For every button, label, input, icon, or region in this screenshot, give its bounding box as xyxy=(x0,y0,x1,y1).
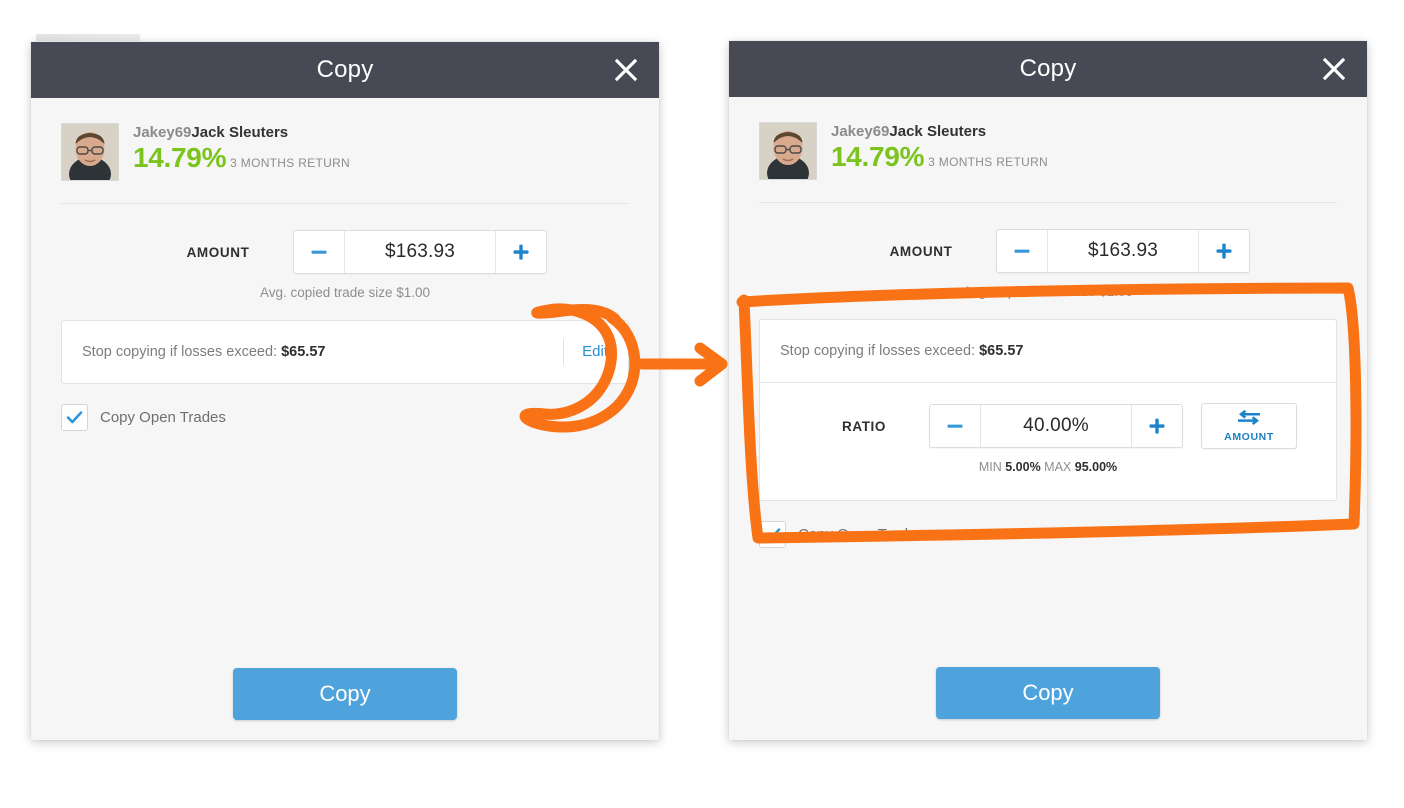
dialog-body-before: Jakey69Jack Sleuters 14.79% 3 MONTHS RETU… xyxy=(31,98,659,720)
ratio-increment-button[interactable] xyxy=(1131,405,1182,447)
copy-button[interactable]: Copy xyxy=(233,668,457,720)
amount-value[interactable]: $163.93 xyxy=(1048,230,1198,272)
ratio-value[interactable]: 40.00% xyxy=(981,405,1131,447)
amount-value[interactable]: $163.93 xyxy=(345,231,495,273)
dialog-title: Copy xyxy=(1019,55,1077,82)
stop-loss-row: Stop copying if losses exceed: $65.57 Ed… xyxy=(62,321,628,383)
ratio-max-value: 95.00% xyxy=(1074,460,1118,474)
dialog-header-after: Copy xyxy=(729,41,1367,97)
avatar xyxy=(61,123,119,181)
ratio-max-prefix: MAX xyxy=(1044,460,1072,474)
ratio-section: RATIO 40.00% AMOUNT MIN 5.00% MAX 95.00% xyxy=(760,382,1336,500)
trader-return: 14.79% 3 MONTHS RETURN xyxy=(831,141,1049,175)
copy-open-trades-row[interactable]: Copy Open Trades xyxy=(759,521,1337,548)
close-icon[interactable] xyxy=(609,53,643,87)
trader-summary: Jakey69Jack Sleuters 14.79% 3 MONTHS RETU… xyxy=(759,97,1337,203)
amount-row: AMOUNT $163.93 xyxy=(61,204,629,274)
trader-return: 14.79% 3 MONTHS RETURN xyxy=(133,142,351,176)
amount-decrement-button[interactable] xyxy=(294,231,345,273)
switch-to-amount-button[interactable]: AMOUNT xyxy=(1201,403,1297,449)
cta-wrap-before: Copy xyxy=(31,668,659,720)
copy-dialog-after: Copy Jakey69Jack Sleuters 14.79% 3 MONTH… xyxy=(729,41,1367,740)
amount-stepper: $163.93 xyxy=(293,230,547,274)
return-label: 3 MONTHS RETURN xyxy=(230,156,351,170)
ratio-decrement-button[interactable] xyxy=(930,405,981,447)
return-value: 14.79% xyxy=(831,141,925,172)
stop-loss-label: Stop copying if losses exceed: xyxy=(780,343,976,359)
ratio-min-prefix: MIN xyxy=(978,460,1002,474)
trader-info: Jakey69Jack Sleuters 14.79% 3 MONTHS RETU… xyxy=(831,122,1048,175)
dialog-title: Copy xyxy=(316,56,374,83)
trader-name: Jakey69Jack Sleuters xyxy=(133,123,350,142)
return-label: 3 MONTHS RETURN xyxy=(928,155,1049,169)
cut-off-text-sliver xyxy=(36,34,140,41)
return-value: 14.79% xyxy=(133,142,227,173)
copy-open-trades-row[interactable]: Copy Open Trades xyxy=(61,404,629,431)
stop-loss-text: Stop copying if losses exceed: $65.57 xyxy=(82,344,325,360)
amount-label: AMOUNT xyxy=(186,244,250,260)
amount-note: Avg. copied trade size $1.00 xyxy=(259,285,431,300)
stop-loss-value: $65.57 xyxy=(281,344,326,360)
trader-info: Jakey69Jack Sleuters 14.79% 3 MONTHS RETU… xyxy=(133,123,350,176)
copy-dialog-before: Copy Jakey69Jack Sleuters 14.79% 3 MONTH… xyxy=(31,42,659,740)
stop-loss-text: Stop copying if losses exceed: $65.57 xyxy=(780,343,1023,359)
annotation-arrow-head xyxy=(694,342,728,387)
screenshot-canvas: Copy Jakey69Jack Sleuters 14.79% 3 MONTH… xyxy=(0,0,1404,808)
edit-stop-loss-button[interactable]: Edit xyxy=(563,339,608,365)
trader-fullname: Jack Sleuters xyxy=(191,124,289,141)
amount-row: AMOUNT $163.93 xyxy=(759,203,1337,273)
trader-fullname: Jack Sleuters xyxy=(889,123,987,140)
trader-handle: Jakey69 xyxy=(133,124,192,141)
dialog-header-before: Copy xyxy=(31,42,659,98)
trader-name: Jakey69Jack Sleuters xyxy=(831,122,1048,141)
copy-open-trades-label: Copy Open Trades xyxy=(798,526,924,543)
ratio-label: RATIO xyxy=(842,418,886,434)
amount-stepper: $163.93 xyxy=(996,229,1250,273)
copy-button[interactable]: Copy xyxy=(936,667,1160,719)
ratio-min-value: 5.00% xyxy=(1005,460,1041,474)
close-icon[interactable] xyxy=(1317,52,1351,86)
stop-loss-label: Stop copying if losses exceed: xyxy=(82,344,278,360)
amount-decrement-button[interactable] xyxy=(997,230,1048,272)
amount-label: AMOUNT xyxy=(889,243,953,259)
copy-open-trades-label: Copy Open Trades xyxy=(100,409,226,426)
avatar xyxy=(759,122,817,180)
stop-loss-row: Stop copying if losses exceed: $65.57 xyxy=(760,320,1336,382)
amount-increment-button[interactable] xyxy=(1198,230,1249,272)
ratio-row: RATIO 40.00% AMOUNT xyxy=(760,383,1336,449)
amount-increment-button[interactable] xyxy=(495,231,546,273)
amount-note: Avg. copied trade size $1.00 xyxy=(962,284,1134,299)
copy-open-trades-checkbox[interactable] xyxy=(759,521,786,548)
stop-loss-card: Stop copying if losses exceed: $65.57 RA… xyxy=(759,319,1337,501)
stop-loss-value: $65.57 xyxy=(979,343,1024,359)
stop-loss-card: Stop copying if losses exceed: $65.57 Ed… xyxy=(61,320,629,384)
ratio-stepper: 40.00% xyxy=(929,404,1183,448)
trader-handle: Jakey69 xyxy=(831,123,890,140)
ratio-minmax: MIN 5.00% MAX 95.00% xyxy=(760,449,1336,474)
cta-wrap-after: Copy xyxy=(729,667,1367,719)
swap-button-label: AMOUNT xyxy=(1224,430,1274,443)
swap-arrows-icon xyxy=(1236,409,1262,430)
copy-open-trades-checkbox[interactable] xyxy=(61,404,88,431)
dialog-body-after: Jakey69Jack Sleuters 14.79% 3 MONTHS RETU… xyxy=(729,97,1367,719)
trader-summary: Jakey69Jack Sleuters 14.79% 3 MONTHS RETU… xyxy=(61,98,629,204)
